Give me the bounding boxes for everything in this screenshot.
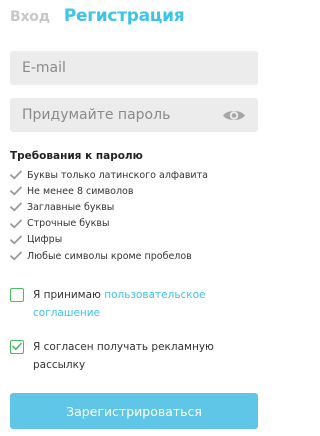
auth-tabs: Вход Регистрация xyxy=(10,5,185,27)
requirement-item: Буквы только латинского алфавита xyxy=(10,167,208,183)
tab-register[interactable]: Регистрация xyxy=(64,5,185,27)
register-button[interactable]: Зарегистрироваться xyxy=(10,393,258,429)
agreement-consent: Я принимаю пользовательское соглашение xyxy=(10,286,260,322)
requirements-title: Требования к паролю xyxy=(10,150,143,162)
requirement-text: Цифры xyxy=(27,234,63,246)
check-icon xyxy=(10,235,22,245)
requirement-item: Не менее 8 символов xyxy=(10,183,208,199)
email-field[interactable] xyxy=(10,51,258,85)
requirement-item: Цифры xyxy=(10,232,208,248)
check-icon xyxy=(10,219,22,228)
check-icon xyxy=(10,186,22,196)
requirement-text: Не менее 8 символов xyxy=(27,185,134,197)
requirements-list: Буквы только латинского алфавита Не мене… xyxy=(10,167,208,264)
requirement-text: Любые символы кроме пробелов xyxy=(27,250,192,262)
requirement-text: Буквы только латинского алфавита xyxy=(27,169,208,181)
agreement-label: Я принимаю пользовательское соглашение xyxy=(33,286,243,322)
requirement-item: Заглавные буквы xyxy=(10,199,208,215)
requirement-item: Любые символы кроме пробелов xyxy=(10,248,208,264)
agreement-text: Я принимаю xyxy=(33,289,105,301)
agreement-checkbox[interactable] xyxy=(10,288,24,302)
registration-form: Вход Регистрация Требования к паролю Бук… xyxy=(0,0,272,436)
requirement-text: Заглавные буквы xyxy=(27,201,115,213)
requirement-text: Строчные буквы xyxy=(27,218,110,230)
ads-consent: Я согласен получать рекламную рассылку xyxy=(10,338,260,374)
email-field-container xyxy=(10,51,258,85)
password-field[interactable] xyxy=(10,98,258,132)
check-icon xyxy=(10,251,22,261)
checkmark-icon xyxy=(12,342,22,351)
tab-login[interactable]: Вход xyxy=(10,7,50,27)
ads-checkbox[interactable] xyxy=(10,340,24,354)
check-icon xyxy=(10,170,22,180)
eye-icon[interactable] xyxy=(222,108,246,123)
requirement-item: Строчные буквы xyxy=(10,216,208,232)
ads-label: Я согласен получать рекламную рассылку xyxy=(33,341,214,371)
check-icon xyxy=(10,203,22,212)
password-field-container xyxy=(10,98,258,132)
